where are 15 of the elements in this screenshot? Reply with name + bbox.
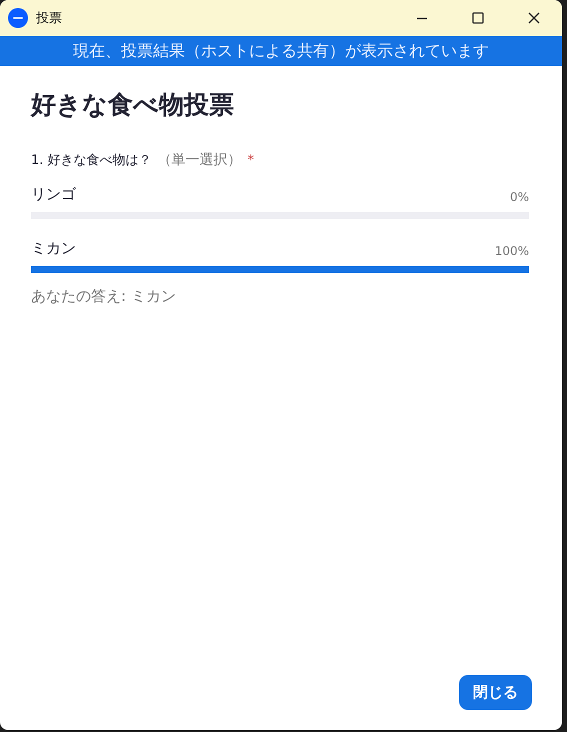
app-logo-icon: [8, 8, 28, 28]
maximize-icon: [472, 12, 484, 24]
option-percent: 100%: [494, 244, 529, 258]
question-text: 1. 好きな食べ物は？: [31, 152, 152, 169]
your-answer: あなたの答え: ミカン: [31, 287, 177, 306]
window-title: 投票: [36, 10, 62, 27]
poll-title: 好きな食べ物投票: [31, 89, 235, 121]
option-label: リンゴ: [31, 185, 76, 204]
question-type: （単一選択）: [158, 151, 242, 169]
option-percent: 0%: [510, 190, 529, 204]
close-icon: [528, 12, 540, 24]
required-mark: *: [248, 153, 254, 168]
close-poll-button[interactable]: 閉じる: [459, 675, 532, 710]
option-label: ミカン: [31, 239, 76, 258]
status-banner: 現在、投票結果（ホストによる共有）が表示されています: [0, 36, 562, 66]
